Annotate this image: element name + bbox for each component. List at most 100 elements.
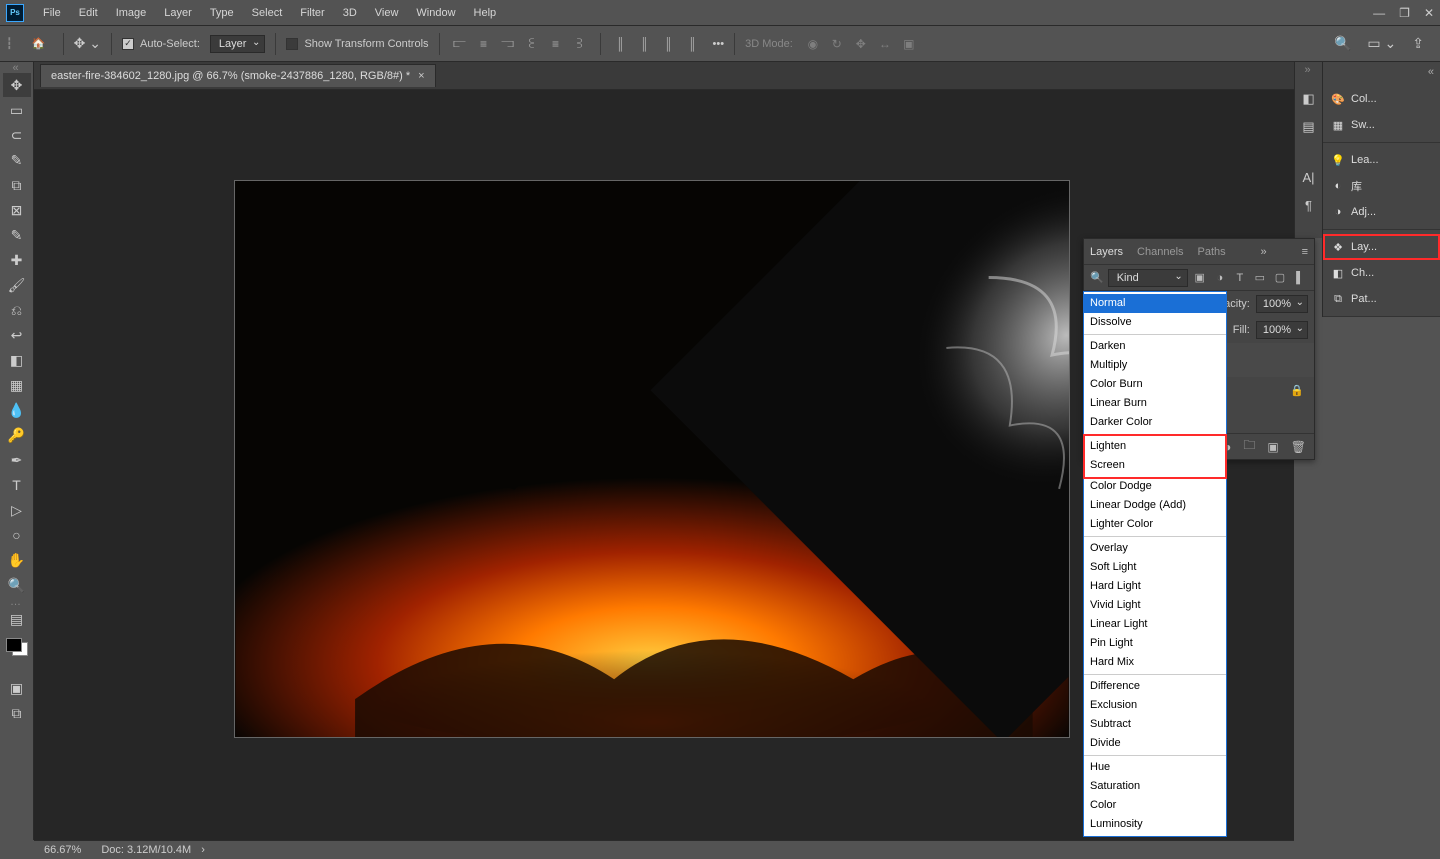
align-bottom-button[interactable]: ⫖ [570,34,590,54]
group-icon[interactable]: 🗀 [1243,436,1255,457]
crop-tool[interactable]: ⧉ [3,173,31,197]
align-vcenter-button[interactable]: ≡ [546,34,566,54]
blend-linearburn[interactable]: Linear Burn [1084,394,1226,413]
healing-brush-tool[interactable]: ✚ [3,248,31,272]
character-icon[interactable]: A| [1300,168,1318,186]
menu-help[interactable]: Help [465,0,506,26]
history-icon[interactable]: ▤ [1300,118,1318,136]
blend-softlight[interactable]: Soft Light [1084,558,1226,577]
tab-swatches[interactable]: ▦Sw... [1323,112,1440,138]
menu-select[interactable]: Select [243,0,292,26]
document-tab[interactable]: easter-fire-384602_1280.jpg @ 66.7% (smo… [40,64,436,87]
blend-pinlight[interactable]: Pin Light [1084,634,1226,653]
hand-tool[interactable]: ✋ [3,548,31,572]
color-wells[interactable] [6,638,28,656]
blend-linearlight[interactable]: Linear Light [1084,615,1226,634]
blend-multiply[interactable]: Multiply [1084,356,1226,375]
quick-select-tool[interactable]: ✎ [3,148,31,172]
filter-pixel-icon[interactable]: ▣ [1192,269,1208,287]
edit-toolbar-button[interactable]: ▤ [3,607,31,631]
tab-adjustments[interactable]: ◑Adj... [1323,199,1440,225]
blend-lighten[interactable]: Lighten [1084,437,1226,456]
tab-learn[interactable]: 💡Lea... [1323,147,1440,173]
align-top-button[interactable]: ⫕ [522,34,542,54]
distribute-1[interactable]: ║ [611,34,631,54]
dodge-tool[interactable]: 🔑 [3,423,31,447]
blend-lineardodge[interactable]: Linear Dodge (Add) [1084,496,1226,515]
new-layer-icon[interactable]: ▣ [1267,440,1278,454]
overflow-options-button[interactable]: ••• [713,38,725,50]
align-left-button[interactable]: ⫍ [450,34,470,54]
blend-exclusion[interactable]: Exclusion [1084,696,1226,715]
panel-collapse-icon[interactable]: » [1261,246,1267,258]
share-icon[interactable]: ⇪ [1412,35,1424,52]
tab-layers[interactable]: ❖Lay... [1323,234,1440,260]
search-icon[interactable]: 🔍 [1334,35,1351,52]
channels-tab[interactable]: Channels [1137,246,1183,258]
eraser-tool[interactable]: ◧ [3,348,31,372]
blend-colordodge[interactable]: Color Dodge [1084,477,1226,496]
blend-divide[interactable]: Divide [1084,734,1226,753]
window-close-icon[interactable]: ✕ [1424,6,1434,20]
distribute-4[interactable]: ║ [683,34,703,54]
menu-window[interactable]: Window [407,0,464,26]
distribute-2[interactable]: ║ [635,34,655,54]
marquee-tool[interactable]: ▭ [3,98,31,122]
blend-darken[interactable]: Darken [1084,337,1226,356]
blend-saturation[interactable]: Saturation [1084,777,1226,796]
blend-overlay[interactable]: Overlay [1084,539,1226,558]
paths-tab[interactable]: Paths [1198,246,1226,258]
opacity-field[interactable]: 100% [1256,295,1308,313]
pen-tool[interactable]: ✒ [3,448,31,472]
history-brush-tool[interactable]: ↩ [3,323,31,347]
document-canvas[interactable] [234,180,1070,738]
tab-paths[interactable]: ⧉Pat... [1323,286,1440,312]
type-tool[interactable]: T [3,473,31,497]
blend-vividlight[interactable]: Vivid Light [1084,596,1226,615]
filter-adjust-icon[interactable]: ◑ [1212,269,1228,287]
filter-toggle-icon[interactable]: ▌ [1292,269,1308,287]
auto-select-checkbox[interactable]: ✓Auto-Select: [122,38,200,50]
menu-layer[interactable]: Layer [155,0,201,26]
tab-color[interactable]: 🎨Col... [1323,86,1440,112]
layers-tab[interactable]: Layers [1090,246,1123,258]
blend-subtract[interactable]: Subtract [1084,715,1226,734]
quickmask-button[interactable]: ▣ [3,676,31,700]
toolbar-more-icon[interactable]: … [10,598,23,606]
eyedropper-tool[interactable]: ✎ [3,223,31,247]
path-select-tool[interactable]: ▷ [3,498,31,522]
window-maximize-icon[interactable]: ❐ [1399,6,1410,20]
blur-tool[interactable]: 💧 [3,398,31,422]
blend-hardmix[interactable]: Hard Mix [1084,653,1226,672]
menu-file[interactable]: File [34,0,70,26]
brush-tool[interactable]: 🖌 [3,273,31,297]
right-panel-collapse-icon[interactable]: « [1323,62,1440,82]
window-minimize-icon[interactable]: — [1373,6,1385,20]
menu-3d[interactable]: 3D [334,0,366,26]
panel-menu-icon[interactable]: ≡ [1302,246,1308,258]
move-tool-icon[interactable]: ✥ ⌄ [74,35,101,52]
show-transform-checkbox[interactable]: Show Transform Controls [286,38,428,50]
blend-dissolve[interactable]: Dissolve [1084,313,1226,332]
zoom-tool[interactable]: 🔍 [3,573,31,597]
shape-tool[interactable]: ○ [3,523,31,547]
paragraph-icon[interactable]: ¶ [1300,196,1318,214]
filter-smart-icon[interactable]: ▢ [1272,269,1288,287]
blend-darkercolor[interactable]: Darker Color [1084,413,1226,432]
blend-difference[interactable]: Difference [1084,677,1226,696]
blend-luminosity[interactable]: Luminosity [1084,815,1226,834]
blend-hue[interactable]: Hue [1084,758,1226,777]
menu-edit[interactable]: Edit [70,0,107,26]
tab-channels[interactable]: ◧Ch... [1323,260,1440,286]
fill-field[interactable]: 100% [1256,321,1308,339]
filter-kind-dropdown[interactable]: Kind [1108,269,1188,287]
lock-icon[interactable]: 🔒 [1290,384,1304,397]
document-close-icon[interactable]: × [418,70,424,82]
menu-type[interactable]: Type [201,0,243,26]
blend-lightercolor[interactable]: Lighter Color [1084,515,1226,534]
doc-size-label[interactable]: Doc: 3.12M/10.4M › [101,844,205,856]
move-tool[interactable]: ✥ [3,73,31,97]
clone-stamp-tool[interactable]: ⎌ [3,298,31,322]
minipanel-collapse-icon[interactable]: » [1304,66,1312,74]
delete-layer-icon[interactable]: 🗑 [1291,440,1306,454]
